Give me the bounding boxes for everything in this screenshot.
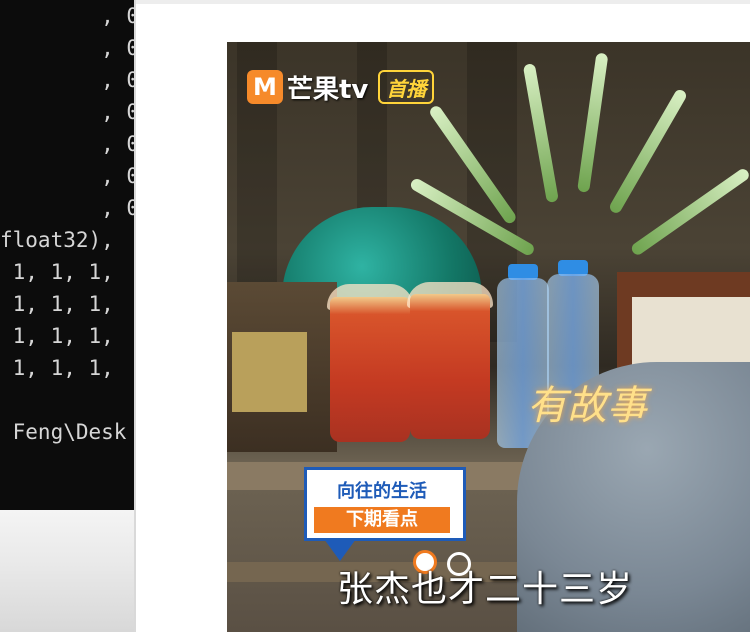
mango-tv-logo: M 芒果tv 首播: [247, 68, 435, 106]
terminal-line: float32),: [0, 228, 114, 252]
terminal-line: , 0.: [101, 196, 134, 220]
terminal-line: 1, 1, 1,: [0, 260, 114, 284]
terminal-line: 1, 1, 1,: [0, 292, 114, 316]
drink-cup: [330, 297, 410, 442]
terminal-line: 1, 1, 1,: [0, 324, 114, 348]
video-subtitle: 张杰也才二十三岁: [337, 569, 634, 610]
terminal-line: , 0.: [101, 36, 134, 60]
premiere-badge: 首播: [378, 70, 435, 104]
terminal-line: , 0.: [101, 68, 134, 92]
terminal-line: , 0.: [101, 4, 134, 28]
viewer-top-border: [136, 0, 750, 4]
terminal-window[interactable]: , 0. , 0. , 0. , 0. , 0. , 0. , 0. float…: [0, 0, 134, 510]
speech-bubble-tail: [324, 539, 356, 561]
promo-title: 向往的生活: [337, 481, 427, 502]
plant-leaf: [577, 52, 609, 193]
plant-leaf: [629, 166, 750, 257]
mango-logo-icon: M: [247, 70, 283, 104]
caption-tag: 有故事: [527, 383, 647, 429]
desktop-background: [0, 510, 134, 632]
logo-text: 芒果tv: [287, 74, 369, 105]
terminal-line: , 0.: [101, 100, 134, 124]
video-frame[interactable]: M 芒果tv 首播 有故事 向往的生活 下期看点 张杰也才二十三岁: [227, 42, 750, 632]
plant-leaf: [522, 63, 559, 204]
terminal-line: 1, 1, 1,: [0, 356, 114, 380]
promo-subtitle: 下期看点: [314, 507, 450, 533]
pot-painting: [232, 332, 307, 412]
terminal-line: , 0.: [101, 164, 134, 188]
drink-cup: [410, 294, 490, 439]
terminal-line: Feng\Desk: [0, 420, 127, 444]
plant-leaf: [607, 87, 689, 215]
terminal-line: , 0.: [101, 132, 134, 156]
